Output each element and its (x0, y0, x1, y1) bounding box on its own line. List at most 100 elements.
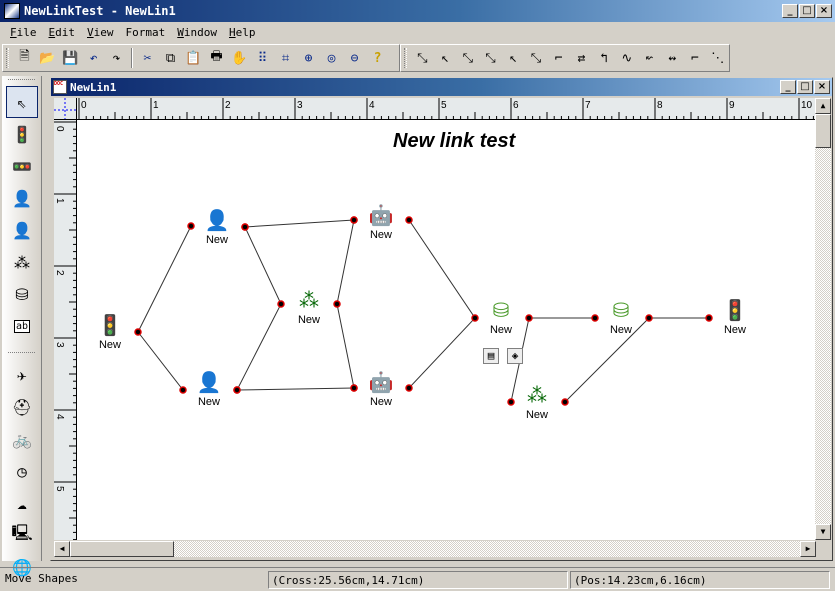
menu-window[interactable]: Window (171, 26, 223, 39)
help-button[interactable]: ? (366, 47, 389, 69)
horizontal-scrollbar[interactable]: ◀ ▶ (54, 541, 816, 557)
network-icon[interactable]: ⁂ (527, 383, 547, 407)
paste-button[interactable]: 📋 (182, 47, 205, 69)
node-label[interactable]: New (490, 324, 512, 336)
node-label[interactable]: New (99, 339, 121, 351)
toolbar-grip[interactable] (6, 48, 9, 68)
network-tool[interactable]: ⁂ (6, 246, 38, 278)
link-straight-2-button[interactable]: ⤡ (479, 47, 502, 69)
link-arrow-start-button[interactable]: ↖ (434, 47, 457, 69)
node-label[interactable]: New (610, 324, 632, 336)
server-tool[interactable]: ⛁ (6, 278, 38, 310)
link-straight-button[interactable]: ⤡ (411, 47, 434, 69)
menu-format[interactable]: Format (120, 26, 172, 39)
vertical-scrollbar[interactable]: ▲ ▼ (815, 98, 831, 540)
node-label[interactable]: New (526, 409, 548, 421)
computer-tool[interactable]: 🖳 (6, 519, 38, 551)
node-label[interactable]: New (724, 324, 746, 336)
link-handle (350, 384, 358, 392)
network-icon[interactable]: ⁂ (299, 288, 319, 312)
node-label[interactable]: New (198, 396, 220, 408)
clock-tool[interactable]: ◷ (6, 455, 38, 487)
airplane-tool[interactable]: ✈ (6, 359, 38, 391)
link-orthogonal-button[interactable]: ⌐ (547, 47, 570, 69)
toolbar-grip[interactable] (8, 352, 35, 356)
properties-icon[interactable]: ▤ (483, 348, 499, 364)
scroll-right-button[interactable]: ▶ (800, 541, 816, 557)
doc-minimize-button[interactable]: _ (780, 80, 796, 94)
cloud-tool[interactable]: ☁ (6, 487, 38, 519)
menu-file[interactable]: File (4, 26, 43, 39)
link-arrow-both-button[interactable]: ⤡ (456, 47, 479, 69)
link-orthogonal-arrow-both-button[interactable]: ⇄ (570, 47, 593, 69)
user-icon[interactable]: 👤 (205, 208, 230, 232)
undo-button[interactable]: ↶ (82, 47, 105, 69)
grid-button[interactable]: ⠿ (251, 47, 274, 69)
traffic-light-icon[interactable]: 🚦 (723, 298, 748, 322)
link-arrow-start-2-button[interactable]: ↖ (502, 47, 525, 69)
menu-view[interactable]: View (81, 26, 120, 39)
open-button[interactable]: 📂 (36, 47, 59, 69)
link-line (564, 317, 709, 403)
doc-close-button[interactable]: × (814, 80, 830, 94)
zoom-in-button[interactable]: ⊕ (297, 47, 320, 69)
print-button[interactable]: 🖶 (205, 47, 228, 69)
vertical-scroll-thumb[interactable] (815, 114, 831, 148)
menu-help[interactable]: Help (223, 26, 262, 39)
server-icon[interactable]: ⛁ (493, 298, 510, 322)
link-arrow-both-2-button[interactable]: ⤡ (525, 47, 548, 69)
traffic-light-green-tool[interactable]: 🚦 (6, 118, 38, 150)
link-curve-arrow-start-button[interactable]: ↜ (638, 47, 661, 69)
link-handle (507, 398, 515, 406)
link-point-icon: ⋱ (711, 50, 725, 66)
horizontal-scroll-thumb[interactable] (70, 541, 174, 557)
cut-button[interactable]: ✂ (136, 47, 159, 69)
toolbar-grip[interactable] (8, 79, 35, 83)
node-label[interactable]: New (298, 314, 320, 326)
user-icon[interactable]: 👤 (197, 370, 222, 394)
link-polyline-icon: ⌐ (691, 50, 699, 66)
minimize-button[interactable]: _ (782, 4, 798, 18)
copy-button[interactable]: ⧉ (159, 47, 182, 69)
menu-edit[interactable]: Edit (43, 26, 82, 39)
crop-frame-button[interactable]: ⌗ (274, 47, 297, 69)
text-box-tool[interactable]: ab (6, 310, 38, 342)
link-line (236, 387, 355, 391)
toolbar-grip[interactable] (404, 48, 407, 68)
diagram-canvas[interactable]: New link test 🚦 New 👤 New 👤 New ⁂ New 🤖 New 🤖 New ⛁ N… (77, 120, 815, 540)
user-red-tool[interactable]: 👤 (6, 214, 38, 246)
scroll-up-button[interactable]: ▲ (815, 98, 831, 114)
redo-button[interactable]: ↷ (105, 47, 128, 69)
link-point-button[interactable]: ⋱ (706, 47, 729, 69)
traffic-light-red-tool[interactable]: 🚥 (6, 150, 38, 182)
link-orthogonal-arrow-start-button[interactable]: ↰ (593, 47, 616, 69)
link-curve-button[interactable]: ∿ (615, 47, 638, 69)
close-button[interactable]: × (816, 4, 832, 18)
save-button[interactable]: 💾 (59, 47, 82, 69)
link-curve-arrow-both-button[interactable]: ↭ (661, 47, 684, 69)
bicycle-tool[interactable]: 🚲 (6, 423, 38, 455)
scroll-left-button[interactable]: ◀ (54, 541, 70, 557)
pointer-tool[interactable]: ⇖ (6, 86, 38, 118)
new-button[interactable]: 🗎 (13, 47, 36, 69)
colorful-hat-tool[interactable]: ⛑ (6, 391, 38, 423)
fill-icon[interactable]: ◈ (507, 348, 523, 364)
node-label[interactable]: New (370, 396, 392, 408)
robot-icon[interactable]: 🤖 (369, 203, 394, 227)
node-label[interactable]: New (206, 234, 228, 246)
pan-hand-button[interactable]: ✋ (228, 47, 251, 69)
zoom-actual-button[interactable]: ◎ (320, 47, 343, 69)
zoom-out-button[interactable]: ⊖ (343, 47, 366, 69)
traffic-light-icon[interactable]: 🚦 (98, 313, 123, 337)
link-polyline-button[interactable]: ⌐ (684, 47, 707, 69)
document-title: NewLin1 (70, 80, 117, 94)
status-pos: (Pos:14.23cm,6.16cm) (570, 571, 830, 589)
doc-maximize-button[interactable]: □ (797, 80, 813, 94)
link-handle (241, 223, 249, 231)
robot-icon[interactable]: 🤖 (369, 370, 394, 394)
server-icon[interactable]: ⛁ (613, 298, 630, 322)
scroll-down-button[interactable]: ▼ (815, 524, 831, 540)
user-blue-tool[interactable]: 👤 (6, 182, 38, 214)
node-label[interactable]: New (370, 229, 392, 241)
maximize-button[interactable]: □ (799, 4, 815, 18)
